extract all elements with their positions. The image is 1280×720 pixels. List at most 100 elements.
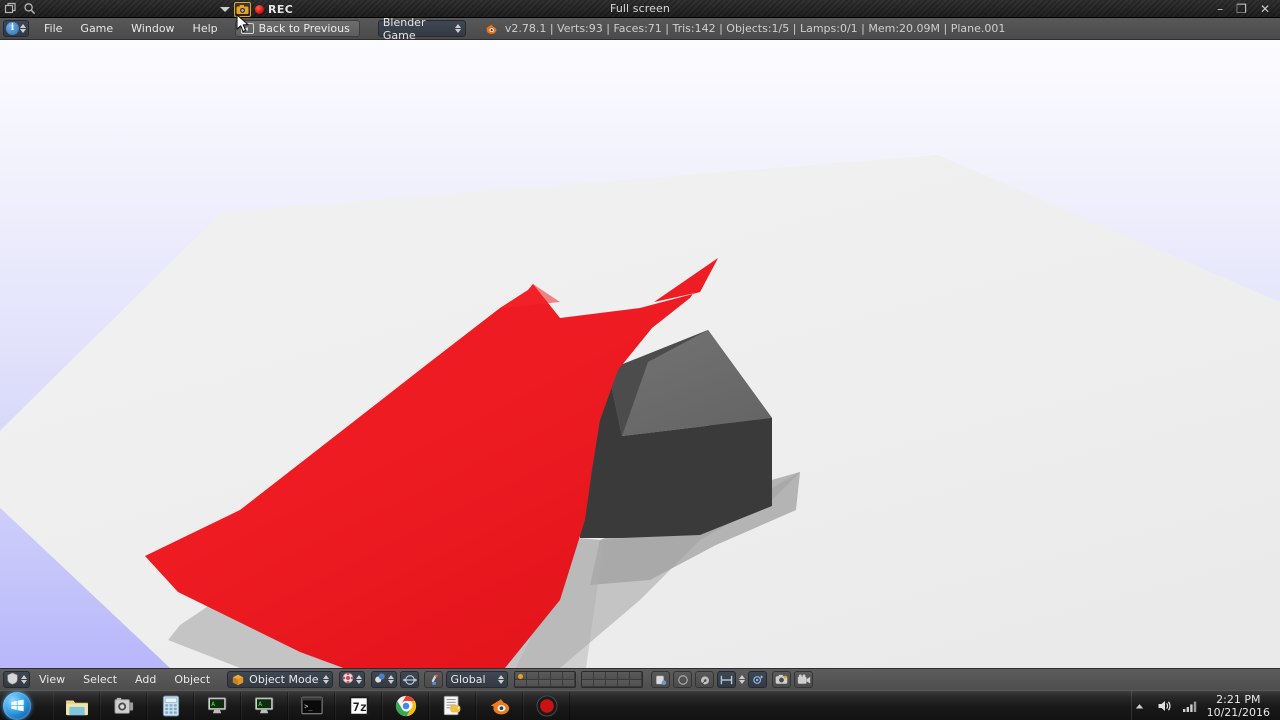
- transform-manipulator-toggle[interactable]: [400, 671, 420, 688]
- calculator-icon[interactable]: [147, 691, 194, 720]
- snap-target-icon[interactable]: [748, 671, 768, 688]
- chevron-down-icon[interactable]: [220, 6, 230, 12]
- snap-magnet-icon[interactable]: [695, 671, 715, 688]
- pivot-point-selector[interactable]: [371, 671, 398, 688]
- layer-cell[interactable]: [606, 672, 619, 680]
- search-icon[interactable]: [23, 2, 36, 15]
- transform-orientation-label: Global: [450, 673, 486, 686]
- spinner-arrows-icon: [323, 675, 330, 684]
- back-to-previous-label: Back to Previous: [258, 22, 350, 35]
- notepad-python-icon[interactable]: [429, 691, 476, 720]
- layer-cell[interactable]: [618, 679, 631, 687]
- interaction-mode-selector[interactable]: Object Mode: [227, 671, 334, 688]
- svg-text:A: A: [258, 701, 262, 708]
- snap-element-icon[interactable]: [717, 671, 737, 688]
- layer-cell[interactable]: [594, 672, 607, 680]
- svg-text:7z: 7z: [352, 700, 366, 714]
- layer-cell[interactable]: [515, 672, 528, 680]
- pivot-point-icon: [374, 672, 386, 687]
- scene-statistics: v2.78.1 | Verts:93 | Faces:71 | Tris:142…: [484, 22, 1006, 36]
- menu-view[interactable]: View: [30, 671, 74, 688]
- spinner-arrows-icon: [454, 24, 461, 33]
- clock-date: 10/21/2016: [1206, 706, 1270, 719]
- minimize-button[interactable]: –: [1217, 3, 1223, 15]
- layer-cell[interactable]: [582, 672, 595, 680]
- taskbar-items: A A >_ 7z: [53, 691, 570, 720]
- info-editor-icon: i: [6, 22, 19, 35]
- layer-cell[interactable]: [539, 679, 552, 687]
- blender-info-header: i File Game Window Help Back to Previous…: [0, 16, 1280, 42]
- screen-recorder-toolbar: Full screen REC – ❐ ✕: [0, 0, 1280, 18]
- transform-orientation-selector[interactable]: Global: [446, 671, 509, 688]
- blender-3dview-header: View Select Add Object Object Mode Globa…: [0, 668, 1280, 690]
- statistics-text: v2.78.1 | Verts:93 | Faces:71 | Tris:142…: [504, 22, 1006, 35]
- screenshot-camera-icon[interactable]: [100, 691, 147, 720]
- blender-logo-icon: [484, 22, 498, 36]
- layer-cell[interactable]: [527, 679, 540, 687]
- layer-cell[interactable]: [563, 672, 576, 680]
- windows-start-orb[interactable]: [3, 691, 31, 720]
- spinner-arrows-icon[interactable]: [739, 675, 746, 684]
- network-signal-icon[interactable]: [1182, 698, 1198, 714]
- menu-help[interactable]: Help: [184, 20, 227, 37]
- object-mode-cube-icon: [232, 674, 244, 686]
- menu-game[interactable]: Game: [71, 20, 122, 37]
- back-to-previous-button[interactable]: Back to Previous: [234, 20, 360, 37]
- layer-cell[interactable]: [515, 679, 528, 687]
- terminal-monitor-icon[interactable]: A: [194, 691, 241, 720]
- terminal-monitor-2-icon[interactable]: A: [241, 691, 288, 720]
- google-chrome-icon[interactable]: [382, 691, 429, 720]
- close-button[interactable]: ✕: [1260, 3, 1270, 15]
- layer-cell[interactable]: [527, 672, 540, 680]
- transform-orientation-icon-button[interactable]: [424, 671, 444, 688]
- layer-cell[interactable]: [551, 672, 564, 680]
- spinner-arrows-icon: [356, 675, 363, 684]
- spinner-arrows-icon: [20, 24, 26, 33]
- menu-file[interactable]: File: [35, 20, 71, 37]
- window-restore-icon[interactable]: [4, 2, 17, 15]
- layer-cell[interactable]: [563, 679, 576, 687]
- layer-cell[interactable]: [551, 679, 564, 687]
- menu-window[interactable]: Window: [122, 20, 183, 37]
- record-button-icon[interactable]: [523, 691, 570, 720]
- local-view-icon[interactable]: [651, 671, 671, 688]
- scene-layers-group-1[interactable]: [514, 671, 577, 688]
- blender-icon[interactable]: [476, 691, 523, 720]
- layer-cell[interactable]: [582, 679, 595, 687]
- 7zip-icon[interactable]: 7z: [335, 691, 382, 720]
- render-opengl-anim-icon[interactable]: [794, 671, 814, 688]
- scene-layers-group-2[interactable]: [581, 671, 644, 688]
- spinner-arrows-icon: [388, 675, 395, 684]
- menu-object[interactable]: Object: [165, 671, 219, 688]
- editor-type-selector[interactable]: i: [3, 20, 29, 37]
- maximize-button[interactable]: ❐: [1236, 3, 1247, 15]
- window-controls: – ❐ ✕: [1217, 0, 1276, 18]
- menu-add[interactable]: Add: [126, 671, 165, 688]
- folder-explorer-icon[interactable]: [53, 691, 100, 720]
- proportional-editing-icon[interactable]: [673, 671, 693, 688]
- render-engine-selector[interactable]: Blender Game: [377, 16, 466, 42]
- layer-cell[interactable]: [630, 672, 643, 680]
- 3d-viewport[interactable]: [0, 40, 1280, 668]
- camera-icon[interactable]: [234, 1, 251, 17]
- menu-select[interactable]: Select: [74, 671, 126, 688]
- layer-cell[interactable]: [630, 679, 643, 687]
- command-prompt-icon[interactable]: >_: [288, 691, 335, 720]
- layer-cell[interactable]: [539, 672, 552, 680]
- viewport-scene: [0, 40, 1280, 668]
- viewport-shading-selector[interactable]: [339, 671, 366, 688]
- svg-text:>_: >_: [304, 703, 313, 711]
- editor-type-selector-3dview[interactable]: [3, 671, 30, 688]
- taskbar-clock[interactable]: 2:21 PM 10/21/2016: [1207, 693, 1270, 719]
- back-arrow-icon: [240, 23, 254, 34]
- record-indicator-icon[interactable]: [255, 4, 264, 14]
- render-opengl-icon[interactable]: [772, 671, 792, 688]
- speaker-icon[interactable]: [1157, 698, 1173, 714]
- layer-cell[interactable]: [606, 679, 619, 687]
- layer-cell[interactable]: [618, 672, 631, 680]
- chevron-up-icon[interactable]: [1132, 698, 1148, 714]
- svg-text:A: A: [211, 701, 215, 708]
- layer-cell[interactable]: [594, 679, 607, 687]
- screen-root: Full screen REC – ❐ ✕ i File Game Window…: [0, 0, 1280, 720]
- render-engine-label: Blender Game: [382, 15, 426, 42]
